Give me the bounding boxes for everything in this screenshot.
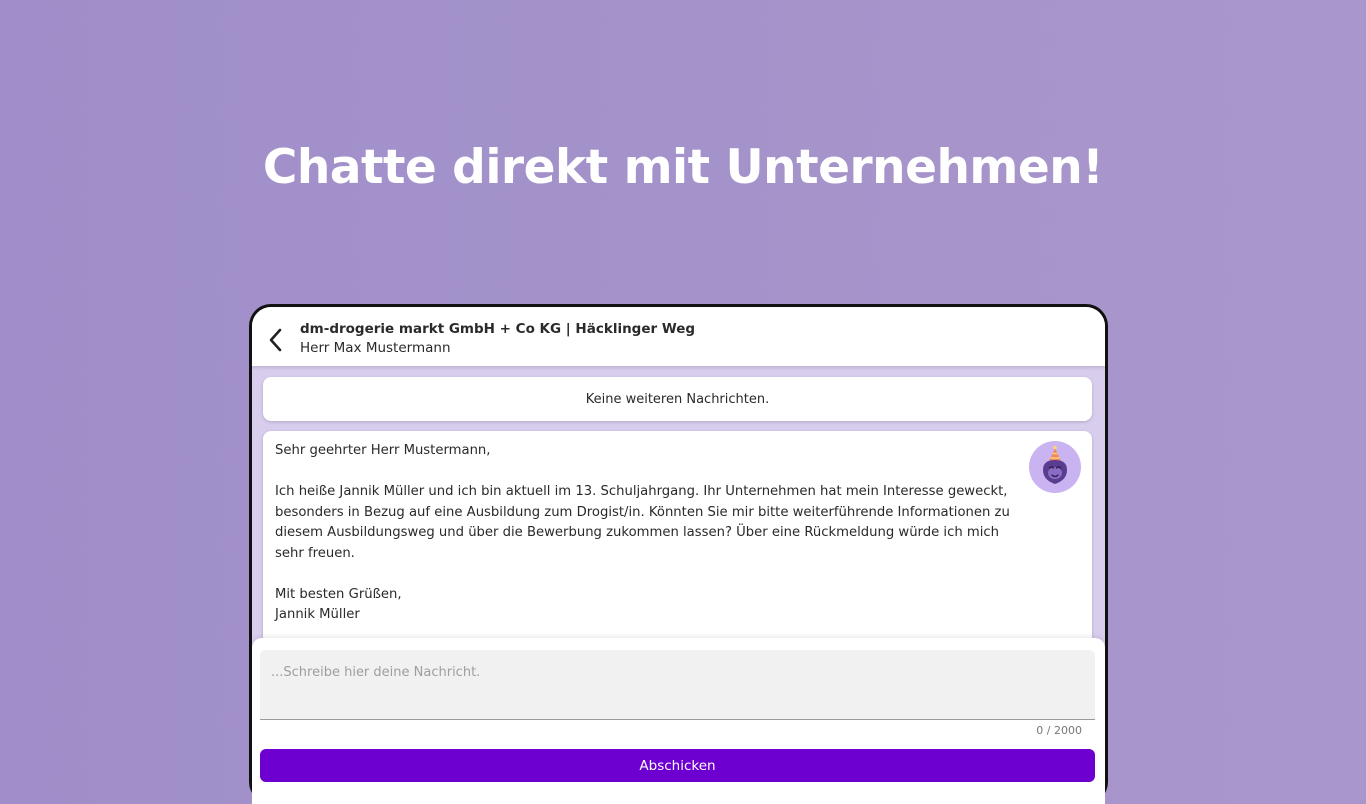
message-signature: Jannik Müller [275, 607, 360, 622]
back-button[interactable] [264, 325, 288, 355]
chat-header: dm-drogerie markt GmbH + Co KG | Häcklin… [252, 307, 1105, 366]
party-mascot-icon [1043, 445, 1067, 484]
character-counter: 0 / 2000 [1036, 724, 1082, 737]
contact-name: Herr Max Mustermann [300, 340, 451, 356]
message-composer: 0 / 2000 Abschicken [252, 638, 1105, 804]
device-frame: dm-drogerie markt GmbH + Co KG | Häcklin… [249, 304, 1108, 804]
page-headline: Chatte direkt mit Unternehmen! [262, 140, 1104, 195]
company-title: dm-drogerie markt GmbH + Co KG | Häcklin… [300, 321, 696, 337]
message-greeting: Sehr geehrter Herr Mustermann, [275, 443, 491, 458]
message-bubble: Sehr geehrter Herr Mustermann, Ich heiße… [263, 431, 1092, 661]
send-button[interactable]: Abschicken [260, 749, 1095, 782]
no-more-messages-label: Keine weiteren Nachrichten. [585, 391, 770, 407]
message-input[interactable] [260, 650, 1095, 720]
chat-screen: dm-drogerie markt GmbH + Co KG | Häcklin… [252, 307, 1105, 804]
message-closing: Mit besten Grüßen, [275, 586, 402, 602]
avatar [1029, 441, 1081, 493]
no-more-messages-notice: Keine weiteren Nachrichten. [263, 377, 1092, 421]
message-body: Ich heiße Jannik Müller und ich bin aktu… [275, 484, 1010, 561]
message-text: Sehr geehrter Herr Mustermann, Ich heiße… [275, 441, 1025, 626]
chevron-left-icon [269, 328, 282, 352]
